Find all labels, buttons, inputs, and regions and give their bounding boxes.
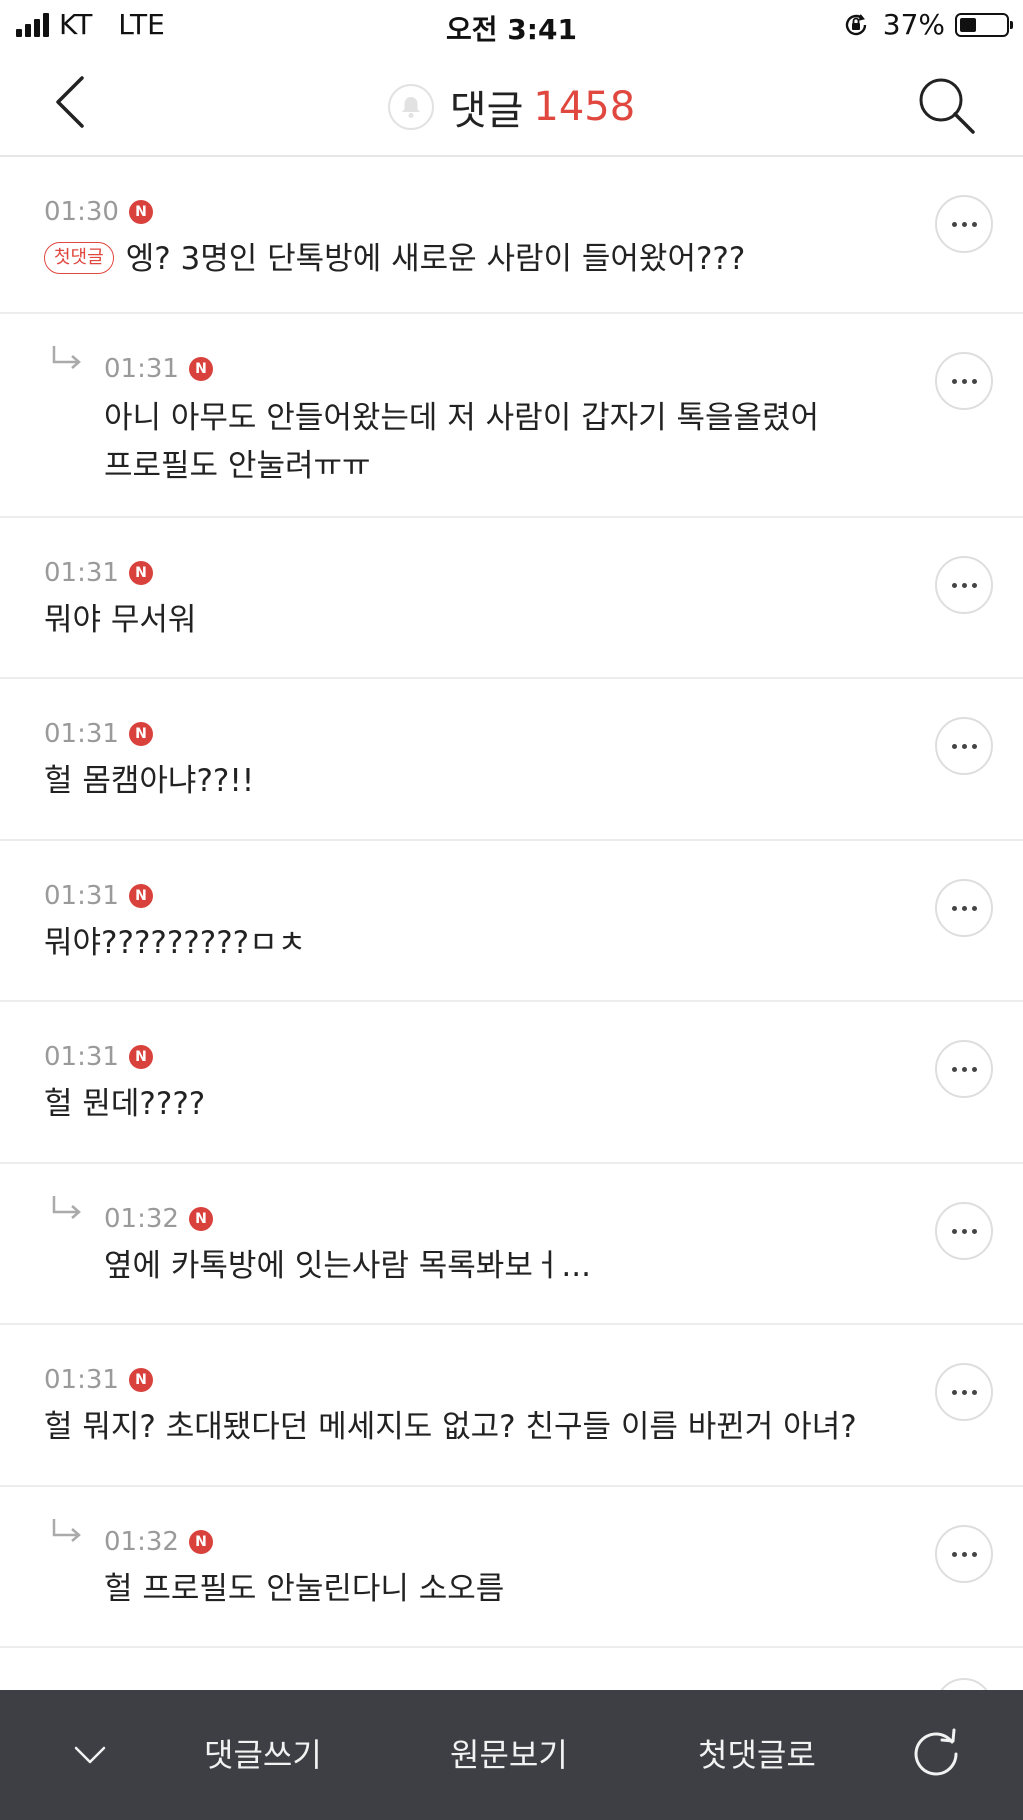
view-original-button[interactable]: 원문보기 [450,1730,568,1776]
write-comment-button[interactable]: 댓글쓰기 [204,1730,322,1776]
battery-tip [1010,20,1013,29]
comment-text: 뭐야?????????ㅁㅊ [44,919,306,967]
comment-item: 01:31 N 헐 뭔데???? [0,1002,1023,1164]
more-options-button[interactable] [935,1525,993,1583]
comment-line: 헐 프로필도 안눌린다니 소오름 [104,1571,505,1607]
comment-time: 01:32 [104,1204,179,1234]
page-title: 댓글 [449,88,524,134]
refresh-icon[interactable] [908,1724,964,1780]
comment-text: 헐 뭐지? 초대됐다던 메세지도 없고? 친구들 이름 바뀐거 아녀? [44,1403,857,1451]
more-options-button[interactable] [935,352,993,410]
comment-text: 옆에 카톡방에 잇는사람 목록봐보ㅓ... [104,1242,591,1290]
search-icon[interactable] [915,74,977,136]
comment-list: 01:30 N 첫댓글 엥? 3명인 단톡방에 새로운 사람이 들어왔어??? 0… [0,157,1023,1648]
new-badge: N [128,722,153,746]
comment-time: 01:31 [44,1042,119,1072]
header: 댓글 1458 [0,50,1023,157]
more-options-button[interactable] [935,1202,993,1260]
comment-time: 01:30 [44,197,119,227]
reply-arrow-icon [52,1196,81,1219]
comment-item: 01:32 N 옆에 카톡방에 잇는사람 목록봐보ㅓ... [0,1164,1023,1325]
comment-meta: 01:30 N [44,197,153,227]
comment-text: 헐 뭔데???? [44,1080,205,1128]
header-title-group: 댓글 1458 [0,78,1023,136]
comment-line: 헐 뭐지? 초대됐다던 메세지도 없고? 친구들 이름 바뀐거 아녀? [44,1409,857,1445]
comment-time: 01:31 [44,1365,119,1395]
comment-meta: 01:31 N [44,881,153,911]
comment-line: 헐 뭔데???? [44,1086,206,1122]
comment-item: 01:30 N 첫댓글 엥? 3명인 단톡방에 새로운 사람이 들어왔어??? [0,157,1023,314]
new-badge: N [128,561,153,585]
comment-item: 01:31 N 헐 뭐지? 초대됐다던 메세지도 없고? 친구들 이름 바뀐거 … [0,1325,1023,1487]
more-options-button[interactable] [935,195,993,253]
status-bar: KT LTE 오전 3:41 37% [0,0,1023,50]
comment-meta: 01:32 N [104,1204,213,1234]
comment-meta: 01:31 N [44,558,153,588]
status-right: 37% [843,8,1013,41]
bottom-toolbar: 댓글쓰기 원문보기 첫댓글로 [0,1690,1023,1820]
more-options-button[interactable] [935,1040,993,1098]
new-badge: N [128,1368,153,1392]
more-options-button[interactable] [935,717,993,775]
comment-item: 01:31 N 뭐야 무서워 [0,518,1023,679]
comment-time: 01:32 [104,1527,179,1557]
new-badge: N [128,884,153,908]
more-options-button[interactable] [935,556,993,614]
comment-time: 01:31 [44,558,119,588]
go-first-comment-button[interactable]: 첫댓글로 [698,1730,816,1776]
bell-icon[interactable] [387,84,434,130]
comment-line: 프로필도 안눌려ㅠㅠ [104,448,371,484]
comment-meta: 01:31 N [44,1365,153,1395]
comment-meta: 01:31 N [104,354,213,384]
reply-arrow-icon [52,1519,81,1542]
battery-icon [955,12,1013,37]
comment-line: 헐 몸캠아냐??!! [44,763,255,799]
comment-time: 01:31 [104,354,179,384]
comment-line: 아니 아무도 안들어왔는데 저 사람이 갑자기 톡을올렸어 [104,400,820,436]
comment-line: 뭐야?????????ㅁㅊ [44,925,307,961]
more-options-button[interactable] [935,879,993,937]
comment-line: 엥? 3명인 단톡방에 새로운 사람이 들어왔어??? [125,241,746,277]
first-comment-tag: 첫댓글 [44,241,114,274]
comment-count: 1458 [533,84,636,130]
comment-line: 옆에 카톡방에 잇는사람 목록봐보ㅓ... [104,1248,591,1284]
more-options-button[interactable] [935,1363,993,1421]
new-badge: N [188,1207,213,1231]
new-badge: N [128,200,153,224]
comment-time: 01:31 [44,881,119,911]
comment-meta: 01:31 N [44,1042,153,1072]
comment-item: 01:31 N 헐 몸캠아냐??!! [0,679,1023,841]
comment-text: 헐 프로필도 안눌린다니 소오름 [104,1565,504,1613]
battery-fill [960,17,976,32]
battery-percent: 37% [882,8,945,41]
chevron-down-icon[interactable] [70,1734,110,1774]
comment-time: 01:31 [44,719,119,749]
rotation-lock-icon [845,13,866,35]
comment-item: 01:32 N 헐 프로필도 안눌린다니 소오름 [0,1487,1023,1648]
comment-meta: 01:32 N [104,1527,213,1557]
comment-text: 뭐야 무서워 [44,596,196,644]
new-badge: N [188,1530,213,1554]
comment-item: 01:31 N 아니 아무도 안들어왔는데 저 사람이 갑자기 톡을올렸어 프로… [0,314,1023,518]
comment-text: 첫댓글 엥? 3명인 단톡방에 새로운 사람이 들어왔어??? [44,235,745,283]
comment-meta: 01:31 N [44,719,153,749]
reply-arrow-icon [52,346,81,369]
comment-text: 헐 몸캠아냐??!! [44,757,254,805]
new-badge: N [128,1045,153,1069]
comment-item: 01:31 N 뭐야?????????ㅁㅊ [0,841,1023,1002]
new-badge: N [188,357,213,381]
comment-text: 아니 아무도 안들어왔는데 저 사람이 갑자기 톡을올렸어 프로필도 안눌려ㅠㅠ [104,394,819,490]
comment-line: 뭐야 무서워 [44,602,197,638]
